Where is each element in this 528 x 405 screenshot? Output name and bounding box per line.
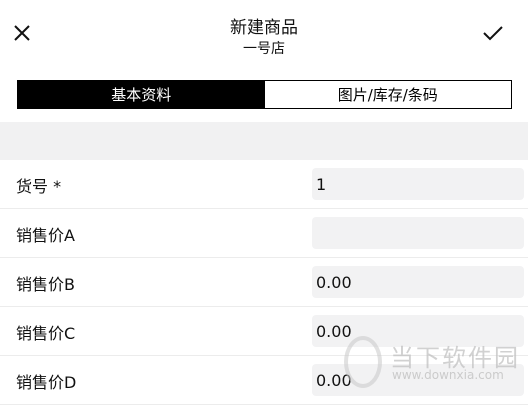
price-c-field[interactable]: 0.00 (312, 315, 524, 347)
price-a-label: 销售价A (16, 226, 75, 245)
tab-basic-info[interactable]: 基本资料 (18, 81, 265, 108)
check-icon (483, 26, 503, 41)
page-title: 新建商品 (230, 18, 298, 38)
section-divider (0, 122, 528, 160)
price-d-label: 销售价D (16, 373, 77, 392)
confirm-button[interactable] (478, 18, 508, 48)
form-row-price-d: 销售价D 0.00 (0, 356, 528, 405)
header-bar: 新建商品 一号店 (0, 0, 528, 70)
store-name: 一号店 (243, 41, 285, 57)
item-number-field[interactable]: 1 (312, 168, 524, 200)
tab-bar: 基本资料 图片/库存/条码 (17, 80, 512, 109)
price-c-label: 销售价C (16, 324, 76, 343)
form-row-price-a: 销售价A (0, 209, 528, 258)
price-b-field[interactable]: 0.00 (312, 266, 524, 298)
form-row-item-number: 货号 * 1 (0, 160, 528, 209)
tab-image-stock-barcode[interactable]: 图片/库存/条码 (264, 81, 511, 108)
price-b-label: 销售价B (16, 275, 75, 294)
form-row-price-b: 销售价B 0.00 (0, 258, 528, 307)
form-row-price-c: 销售价C 0.00 (0, 307, 528, 356)
price-d-field[interactable]: 0.00 (312, 364, 524, 396)
price-a-field[interactable] (312, 217, 524, 249)
item-number-label: 货号 * (16, 177, 62, 196)
